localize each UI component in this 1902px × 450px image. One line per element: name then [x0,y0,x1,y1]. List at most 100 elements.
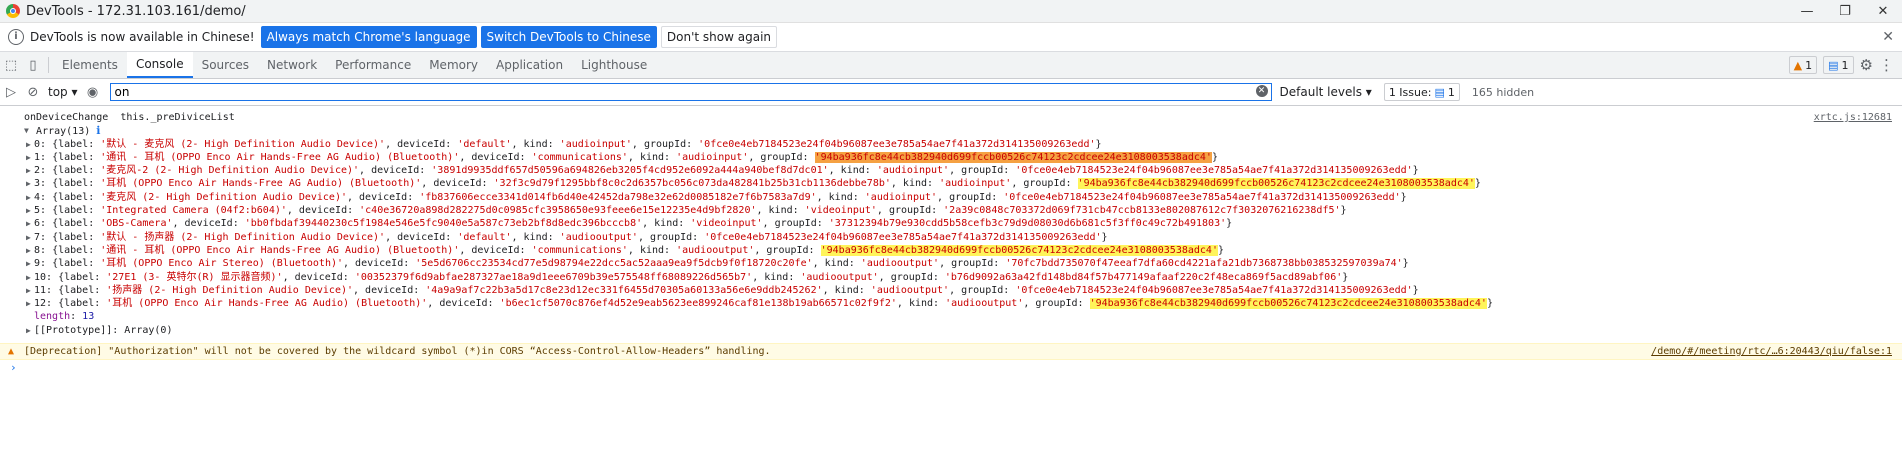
tab-console[interactable]: Console [126,52,193,78]
expand-arrow-icon[interactable]: ▶ [26,231,31,244]
list-item[interactable]: ▶ 12: {label: '耳机 (OPPO Enco Air Hands-Fr… [0,297,1902,310]
tab-performance[interactable]: Performance [326,52,420,78]
item-device-id: '3891d9935ddf657d50596a694826eb3205f4cd9… [431,165,829,177]
restore-icon[interactable]: ❐ [1826,4,1864,19]
item-group-id: '37312394b79e930cdd5b58cefb3c79d9d08030d… [828,218,1227,230]
list-item[interactable]: ▶ 7: {label: '默认 - 扬声器 (2- High Definitio… [0,231,1902,244]
list-item[interactable]: ▶ 8: {label: '通讯 - 耳机 (OPPO Enco Air Hand… [0,244,1902,257]
console-filterbar: ▷ ⊘ top ▾ ◉ ✕ Default levels ▾ 1 Issue: … [0,79,1902,106]
item-kind: 'audiooutput' [559,231,638,243]
item-kind: 'audioinput' [864,191,938,203]
warning-text: [Deprecation] "Authorization" will not b… [24,346,771,358]
expand-arrow-icon[interactable]: ▶ [26,164,31,177]
device-toolbar-icon[interactable]: ▯ [22,52,44,78]
filter-input[interactable] [110,85,1221,99]
close-window-icon[interactable]: ✕ [1864,4,1902,19]
item-label: '通讯 - 耳机 (OPPO Enco Air Hands-Free AG Au… [100,151,460,163]
settings-gear-icon[interactable]: ⚙ [1860,56,1873,74]
list-item[interactable]: ▶ 2: {label: '麦克风-2 (2- High Definition A… [0,164,1902,177]
tab-network[interactable]: Network [258,52,326,78]
live-expression-eye-icon[interactable]: ◉ [82,85,104,100]
warnings-badge[interactable]: ▲ 1 [1788,56,1818,74]
item-device-id: '00352379f6d9abfae287327ae18a9d1eee6709b… [354,271,753,283]
expand-arrow-icon[interactable]: ▶ [26,244,31,257]
expand-arrow-icon[interactable]: ▶ [26,177,31,190]
match-language-button[interactable]: Always match Chrome's language [260,26,477,48]
tab-elements[interactable]: Elements [53,52,127,78]
expand-arrow-icon[interactable]: ▶ [26,271,31,284]
switch-chinese-button[interactable]: Switch DevTools to Chinese [480,26,657,48]
item-device-id: 'communications' [531,151,628,163]
message-icon: ▤ [1828,58,1839,72]
item-group-id: '94ba936fc8e44cb382940d699fccb00526c7412… [1089,298,1487,310]
log-head-a: onDeviceChange [24,112,109,123]
item-index: 11 [34,284,47,296]
item-device-id: 'communications' [531,244,628,256]
expand-arrow-icon[interactable]: ▶ [26,191,31,204]
list-item[interactable]: ▶ 6: {label: 'OBS-Camera', deviceId: 'bb0… [0,217,1902,230]
context-value: top [48,85,68,99]
clear-filter-icon[interactable]: ✕ [1255,85,1268,97]
console-output: onDeviceChange this._preDiviceList xrtc.j… [0,106,1902,376]
messages-badge[interactable]: ▤ 1 [1823,56,1854,74]
expand-arrow-icon[interactable]: ▶ [26,257,31,270]
inspect-element-icon[interactable]: ⬚ [0,52,22,78]
tab-memory[interactable]: Memory [420,52,487,78]
expand-arrow-icon[interactable]: ▶ [26,138,31,151]
divider [48,57,49,73]
dont-show-again-button[interactable]: Don't show again [660,26,778,48]
issues-button[interactable]: 1 Issue: ▤ 1 [1383,83,1460,101]
warning-icon: ▲ [1793,58,1803,72]
item-index: 12 [34,298,47,310]
expand-arrow-icon[interactable]: ▶ [26,217,31,230]
item-index: 1 [34,151,41,163]
item-kind: 'audioinput' [559,138,632,150]
array-items: ▶ 0: {label: '默认 - 麦克风 (2- High Definitio… [0,138,1902,311]
messages-count: 1 [1841,58,1849,72]
item-index: 8 [34,244,41,256]
hidden-count: 165 hidden [1471,85,1535,99]
warning-source-link[interactable]: /demo/#/meeting/rtc/…6:20443/qiu/false:1 [1651,344,1892,359]
item-label: '默认 - 扬声器 (2- High Definition Audio Devi… [100,231,386,243]
filter-input-box[interactable]: ✕ [109,83,1272,101]
item-label: 'Integrated Camera (04f2:b604)' [100,205,287,217]
log-head-row: onDeviceChange this._preDiviceList xrtc.j… [0,111,1902,124]
list-item[interactable]: ▶ 1: {label: '通讯 - 耳机 (OPPO Enco Air Hand… [0,151,1902,164]
array-row[interactable]: ▼ Array(13) ℹ [0,124,1902,137]
info-badge-icon: ℹ [96,124,101,138]
list-item[interactable]: ▶ 0: {label: '默认 - 麦克风 (2- High Definitio… [0,138,1902,151]
minimize-icon[interactable]: — [1788,4,1826,19]
list-item[interactable]: ▶ 10: {label: '27E1 (3- 英特尔(R) 显示器音频)', d… [0,271,1902,284]
list-item[interactable]: ▶ 5: {label: 'Integrated Camera (04f2:b60… [0,204,1902,217]
item-label: 'OBS-Camera' [100,218,173,230]
item-index: 10 [34,271,47,283]
expand-arrow-icon[interactable]: ▶ [26,151,31,164]
expand-arrow-icon[interactable]: ▶ [26,324,31,337]
list-item[interactable]: ▶ 11: {label: '扬声器 (2- High Definition Au… [0,284,1902,297]
item-group-id: '0fce0e4eb7184523e24f04b96087ee3e785a54a… [1003,191,1401,203]
expand-arrow-icon[interactable]: ▶ [26,204,31,217]
item-label: '通讯 - 耳机 (OPPO Enco Air Hands-Free AG Au… [100,244,460,256]
close-infobar-icon[interactable]: ✕ [1882,29,1894,45]
expand-arrow-icon[interactable]: ▶ [26,297,31,310]
clear-console-icon[interactable]: ⊘ [22,85,44,100]
tab-lighthouse[interactable]: Lighthouse [572,52,656,78]
tab-application[interactable]: Application [487,52,572,78]
sidebar-toggle-icon[interactable]: ▷ [0,85,22,100]
array-label: Array(13) [36,126,91,138]
expand-arrow-icon[interactable]: ▶ [26,284,31,297]
issues-count: 1 [1447,85,1455,99]
collapse-arrow-icon[interactable]: ▼ [24,124,29,137]
item-index: 6 [34,218,41,230]
item-kind: 'audiooutput' [945,298,1024,310]
log-source-link[interactable]: xrtc.js:12681 [1814,111,1892,124]
list-item[interactable]: ▶ 3: {label: '耳机 (OPPO Enco Air Hands-Fre… [0,177,1902,190]
log-levels-dropdown[interactable]: Default levels ▾ [1280,85,1372,99]
more-options-icon[interactable]: ⋮ [1879,56,1894,74]
console-prompt[interactable]: › [0,360,1902,376]
context-selector[interactable]: top ▾ [48,85,78,99]
tab-sources[interactable]: Sources [193,52,258,78]
prototype-row[interactable]: ▶ [[Prototype]]: Array(0) [0,324,1902,337]
list-item[interactable]: ▶ 4: {label: '麦克风 (2- High Definition Aud… [0,191,1902,204]
list-item[interactable]: ▶ 9: {label: '耳机 (OPPO Enco Air Stereo) (… [0,257,1902,270]
